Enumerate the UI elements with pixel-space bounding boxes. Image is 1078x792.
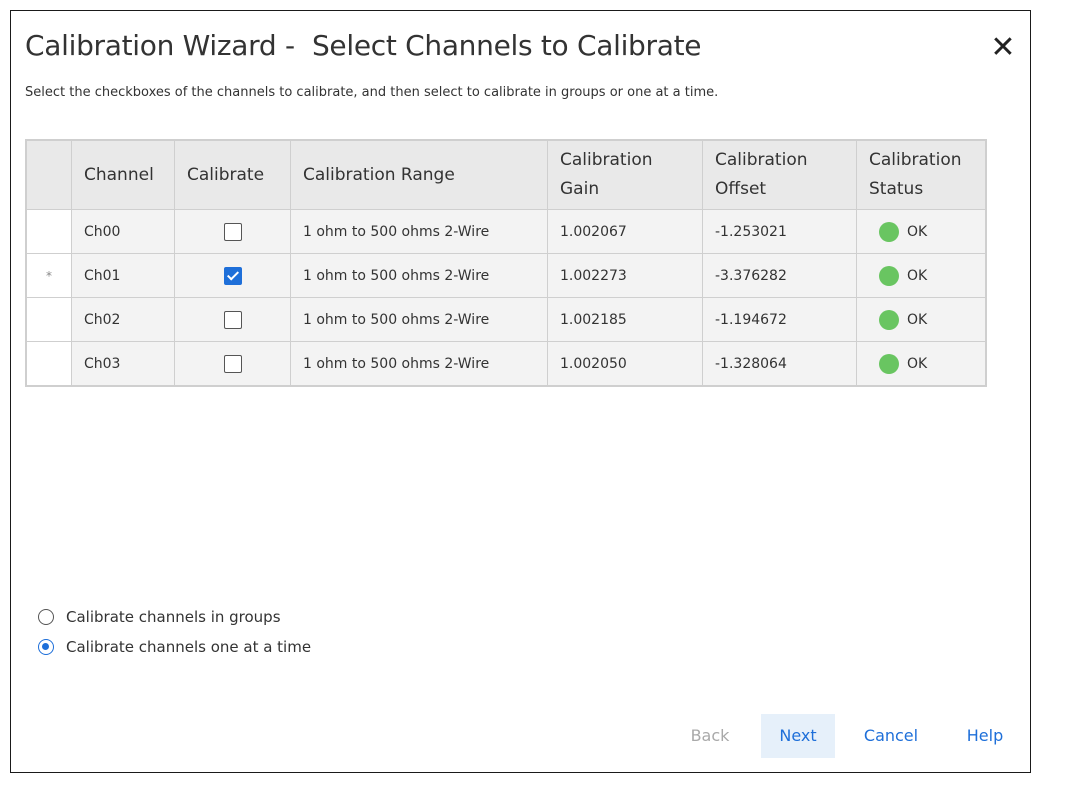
offset-header-line1: Calibration [715, 150, 808, 170]
calibrate-checkbox[interactable] [223, 310, 242, 329]
row-selector-header [25, 139, 72, 210]
table-header-row: Channel Calibrate Calibration Range Cali… [25, 139, 987, 210]
calibrate-cell [174, 209, 291, 254]
one-at-a-time-radio-label: Calibrate channels one at a time [66, 638, 312, 656]
channel-header-label: Channel [84, 164, 154, 185]
table-row[interactable]: * Ch01 1 ohm to 500 ohms 2-Wire 1.002273… [25, 253, 987, 298]
row-marker [25, 297, 72, 342]
offset-header-line2: Offset [715, 179, 767, 199]
gain-cell: 1.002185 [547, 297, 703, 342]
status-ok-icon [879, 265, 899, 286]
calibrate-cell [174, 297, 291, 342]
next-button[interactable]: Next [761, 714, 835, 758]
range-cell: 1 ohm to 500 ohms 2-Wire [290, 297, 548, 342]
row-marker [25, 341, 72, 387]
range-cell: 1 ohm to 500 ohms 2-Wire [290, 341, 548, 387]
calibrate-one-at-a-time-option[interactable]: Calibrate channels one at a time [38, 638, 311, 656]
calibrate-cell [174, 341, 291, 387]
status-cell: OK [856, 209, 987, 254]
status-column-header[interactable]: Calibration Status [856, 139, 987, 210]
one-at-a-time-radio[interactable] [38, 639, 54, 655]
range-cell: 1 ohm to 500 ohms 2-Wire [290, 253, 548, 298]
calibrate-checkbox[interactable] [223, 222, 242, 241]
channel-column-header[interactable]: Channel [71, 139, 175, 210]
status-cell: OK [856, 253, 987, 298]
calibrate-header-label: Calibrate [187, 164, 265, 185]
close-icon[interactable]: ✕ [988, 33, 1018, 63]
gain-header-line1: Calibration [560, 150, 653, 170]
dialog-instructions: Select the checkboxes of the channels to… [25, 85, 719, 100]
calibrate-column-header[interactable]: Calibrate [174, 139, 291, 210]
row-marker [25, 209, 72, 254]
channel-cell: Ch01 [71, 253, 175, 298]
groups-radio-label: Calibrate channels in groups [66, 608, 281, 626]
channel-cell: Ch03 [71, 341, 175, 387]
channel-cell: Ch00 [71, 209, 175, 254]
dialog-title: Calibration Wizard - Select Channels to … [25, 29, 702, 62]
status-header-line2: Status [869, 179, 924, 199]
status-cell: OK [856, 341, 987, 387]
calibrate-cell [174, 253, 291, 298]
status-text: OK [907, 223, 928, 240]
table-row[interactable]: Ch00 1 ohm to 500 ohms 2-Wire 1.002067 -… [25, 209, 987, 254]
offset-column-header[interactable]: Calibration Offset [702, 139, 857, 210]
gain-cell: 1.002050 [547, 341, 703, 387]
groups-radio[interactable] [38, 609, 54, 625]
range-header-label: Calibration Range [303, 164, 455, 185]
table-row[interactable]: Ch03 1 ohm to 500 ohms 2-Wire 1.002050 -… [25, 341, 987, 387]
calibrate-in-groups-option[interactable]: Calibrate channels in groups [38, 608, 281, 626]
status-text: OK [907, 267, 928, 284]
channels-table: Channel Calibrate Calibration Range Cali… [25, 139, 987, 387]
offset-cell: -1.194672 [702, 297, 857, 342]
calibrate-checkbox[interactable] [223, 354, 242, 373]
gain-header-line2: Gain [560, 179, 600, 199]
status-text: OK [907, 355, 928, 372]
status-ok-icon [879, 353, 899, 374]
channel-cell: Ch02 [71, 297, 175, 342]
calibration-wizard-dialog: Calibration Wizard - Select Channels to … [10, 10, 1031, 773]
status-text: OK [907, 311, 928, 328]
gain-column-header[interactable]: Calibration Gain [547, 139, 703, 210]
range-column-header[interactable]: Calibration Range [290, 139, 548, 210]
status-header-line1: Calibration [869, 150, 962, 170]
table-row[interactable]: Ch02 1 ohm to 500 ohms 2-Wire 1.002185 -… [25, 297, 987, 342]
calibrate-checkbox[interactable] [223, 266, 242, 285]
offset-cell: -3.376282 [702, 253, 857, 298]
offset-cell: -1.328064 [702, 341, 857, 387]
row-marker: * [25, 253, 72, 298]
cancel-button[interactable]: Cancel [856, 714, 926, 758]
gain-cell: 1.002273 [547, 253, 703, 298]
help-button[interactable]: Help [955, 714, 1015, 758]
status-cell: OK [856, 297, 987, 342]
gain-cell: 1.002067 [547, 209, 703, 254]
back-button[interactable]: Back [677, 714, 743, 758]
status-ok-icon [879, 221, 899, 242]
offset-cell: -1.253021 [702, 209, 857, 254]
status-ok-icon [879, 309, 899, 330]
range-cell: 1 ohm to 500 ohms 2-Wire [290, 209, 548, 254]
